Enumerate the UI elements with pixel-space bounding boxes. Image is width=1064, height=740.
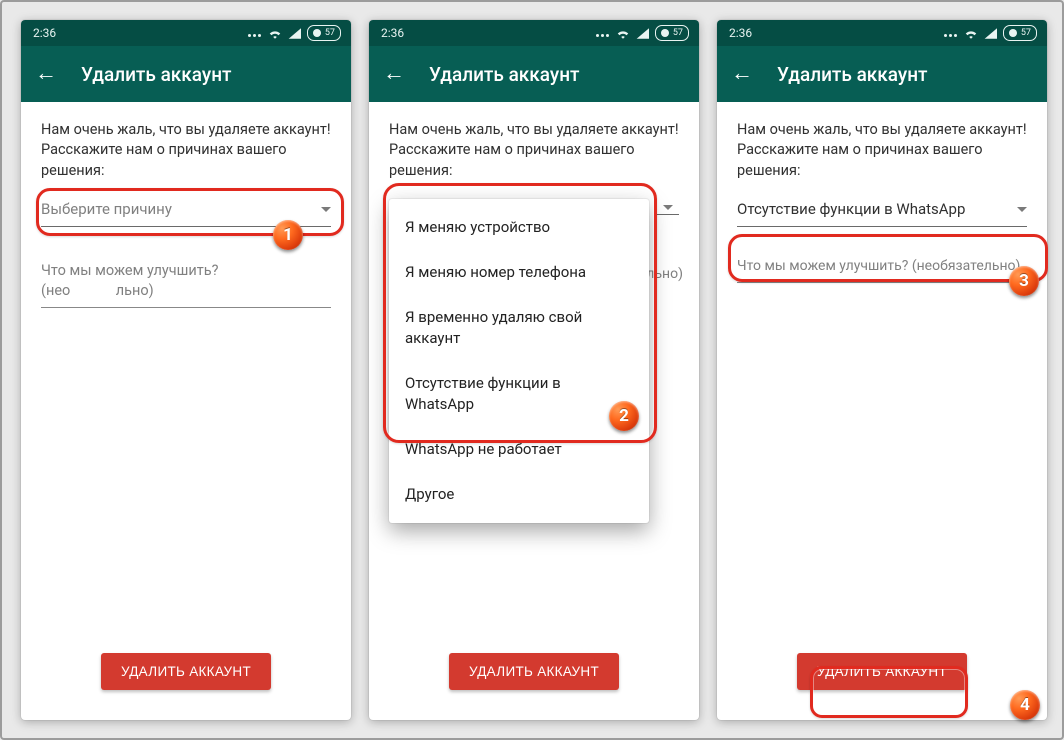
back-icon[interactable]: ←	[731, 63, 753, 85]
delete-account-button[interactable]: УДАЛИТЬ АККАУНТ	[797, 653, 967, 690]
delete-account-button[interactable]: УДАЛИТЬ АККАУНТ	[449, 653, 619, 690]
dots-icon	[595, 26, 610, 40]
reason-option[interactable]: Я меняю устройство	[389, 205, 649, 250]
status-bar: 2:36 57	[369, 20, 699, 46]
screen2-content: Нам очень жаль, что вы удаляете аккаунт!…	[369, 102, 699, 720]
intro-text: Нам очень жаль, что вы удаляете аккаунт!…	[41, 120, 331, 181]
app-bar: ← Удалить аккаунт	[369, 46, 699, 102]
wifi-icon	[616, 28, 630, 39]
delete-button-row: УДАЛИТЬ АККАУНТ	[717, 653, 1047, 690]
feedback-placeholder: Что мы можем улучшить? (необязательно)	[737, 258, 1020, 274]
battery-indicator: 57	[655, 25, 689, 41]
signal-icon	[288, 28, 301, 39]
status-bar: 2:36 57	[21, 20, 351, 46]
chevron-down-icon	[321, 207, 331, 212]
status-time: 2:36	[33, 26, 56, 40]
reason-option[interactable]: Другое	[389, 472, 649, 517]
dots-icon	[247, 26, 262, 40]
reason-selected: Отсутствие функции в WhatsApp	[737, 199, 965, 220]
feedback-input[interactable]: Что мы можем улучшить? (необязательно)	[737, 257, 1027, 284]
status-right: 57	[247, 25, 341, 41]
page-title: Удалить аккаунт	[429, 63, 580, 86]
intro-text: Нам очень жаль, что вы удаляете аккаунт!…	[737, 120, 1027, 181]
feedback-input[interactable]: Что мы можем улучшить? (неоXXXXXльно)	[41, 261, 331, 309]
screen3-content: Нам очень жаль, что вы удаляете аккаунт!…	[717, 102, 1047, 720]
dots-icon	[943, 26, 958, 40]
delete-account-button[interactable]: УДАЛИТЬ АККАУНТ	[101, 653, 271, 690]
intro-text: Нам очень жаль, что вы удаляете аккаунт!…	[389, 120, 679, 181]
feedback-placeholder-peek: льно)	[646, 265, 683, 285]
app-bar: ← Удалить аккаунт	[717, 46, 1047, 102]
status-time: 2:36	[381, 26, 404, 40]
delete-button-row: УДАЛИТЬ АККАУНТ	[369, 653, 699, 690]
reason-options-panel: Я меняю устройство Я меняю номер телефон…	[389, 199, 649, 523]
status-right: 57	[595, 25, 689, 41]
feedback-placeholder-right: льно)	[116, 282, 154, 299]
reason-option[interactable]: Я временно удаляю свой аккаунт	[389, 295, 649, 361]
page-title: Удалить аккаунт	[777, 63, 928, 86]
battery-indicator: 57	[307, 25, 341, 41]
phone-screen-1: 2:36 57 ← Удалить аккаунт Нам очень жаль…	[21, 20, 351, 720]
chevron-down-icon	[1017, 207, 1027, 212]
screen1-content: Нам очень жаль, что вы удаляете аккаунт!…	[21, 102, 351, 720]
chevron-down-icon	[663, 205, 673, 210]
wifi-icon	[964, 28, 978, 39]
back-icon[interactable]: ←	[383, 63, 405, 85]
status-bar: 2:36 57	[717, 20, 1047, 46]
status-time: 2:36	[729, 26, 752, 40]
reason-placeholder: Выберите причину	[41, 199, 172, 220]
tutorial-composite: 2:36 57 ← Удалить аккаунт Нам очень жаль…	[0, 0, 1064, 740]
back-icon[interactable]: ←	[35, 63, 57, 85]
reason-option[interactable]: Отсутствие функции в WhatsApp	[389, 361, 649, 427]
status-right: 57	[943, 25, 1037, 41]
page-title: Удалить аккаунт	[81, 63, 232, 86]
reason-dropdown[interactable]: Отсутствие функции в WhatsApp	[737, 199, 1027, 227]
app-bar: ← Удалить аккаунт	[21, 46, 351, 102]
battery-indicator: 57	[1003, 25, 1037, 41]
delete-button-row: УДАЛИТЬ АККАУНТ	[21, 653, 351, 690]
reason-option[interactable]: Я меняю номер телефона	[389, 250, 649, 295]
reason-dropdown[interactable]: Выберите причину	[41, 199, 331, 227]
signal-icon	[636, 28, 649, 39]
phone-screen-2: 2:36 57 ← Удалить аккаунт Нам очень жаль…	[369, 20, 699, 720]
reason-option[interactable]: WhatsApp не работает	[389, 427, 649, 472]
reason-dropdown-open-area: льно) Я меняю устройство Я меняю номер т…	[389, 199, 679, 439]
reason-dropdown-collapsed-peek	[657, 205, 679, 215]
signal-icon	[984, 28, 997, 39]
wifi-icon	[268, 28, 282, 39]
phone-screen-3: 2:36 57 ← Удалить аккаунт Нам очень жаль…	[717, 20, 1047, 720]
